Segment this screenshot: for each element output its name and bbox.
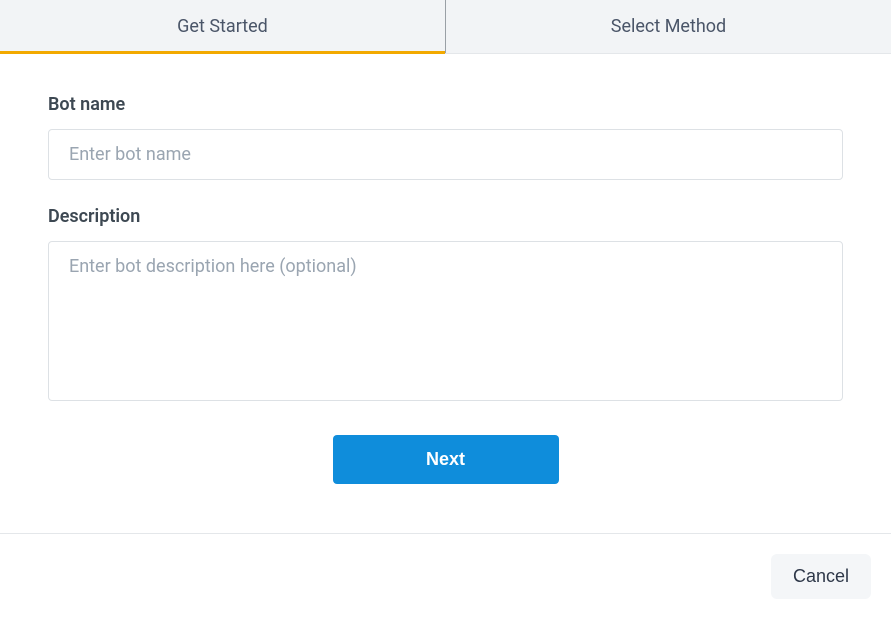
tab-get-started[interactable]: Get Started [0, 0, 446, 53]
tab-label: Select Method [611, 16, 726, 37]
next-button-row: Next [48, 435, 843, 484]
tab-bar: Get Started Select Method [0, 0, 891, 54]
tab-select-method[interactable]: Select Method [446, 0, 891, 53]
bot-name-input[interactable] [48, 129, 843, 180]
description-textarea[interactable] [48, 241, 843, 401]
description-label: Description [48, 206, 843, 227]
footer: Cancel [0, 533, 891, 619]
description-group: Description [48, 206, 843, 405]
cancel-button[interactable]: Cancel [771, 554, 871, 599]
tab-label: Get Started [177, 16, 268, 37]
bot-name-label: Bot name [48, 94, 843, 115]
form-content: Bot name Description Next [0, 54, 891, 533]
next-button[interactable]: Next [333, 435, 559, 484]
bot-name-group: Bot name [48, 94, 843, 180]
